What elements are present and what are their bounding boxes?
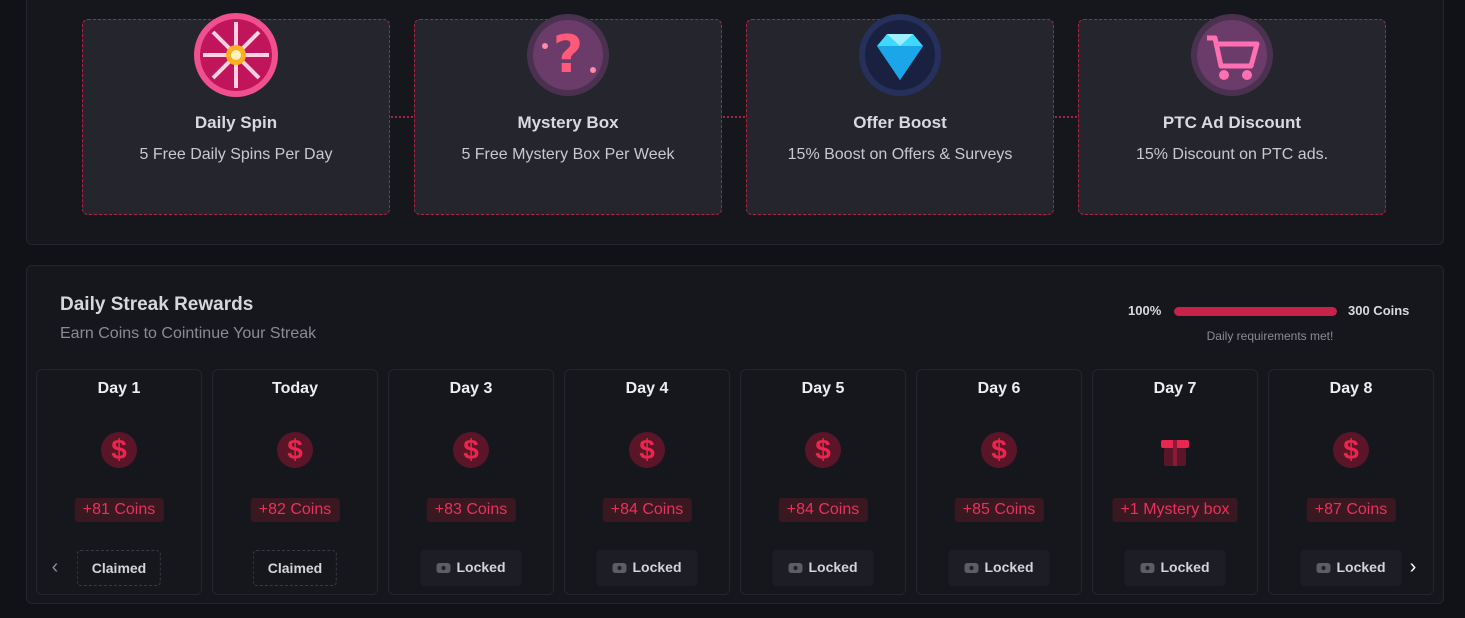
perk-connector [391,116,413,118]
reward-amount: +87 Coins [1306,498,1396,522]
perk-card-offer-boost[interactable]: Offer Boost 15% Boost on Offers & Survey… [746,14,1054,215]
perk-title: Daily Spin [194,113,278,132]
gift-icon [1161,440,1189,466]
lock-icon [1140,563,1155,574]
lock-icon [964,563,979,574]
claimed-button[interactable]: Claimed [76,550,162,586]
day-label: Day 6 [977,380,1021,397]
status-label: Locked [808,559,858,575]
diamond-icon [859,14,941,96]
lock-icon [612,563,627,574]
reward-amount: +81 Coins [74,498,164,522]
status-label: Locked [456,559,506,575]
perk-description: 5 Free Daily Spins Per Day [139,146,333,163]
lock-icon [1316,563,1331,574]
reward-amount: +83 Coins [426,498,516,522]
streak-day-card: Day 3 $ +83 Coins Locked [388,369,554,595]
dollar-coin-icon: $ [277,432,313,468]
day-label: Day 4 [625,380,669,397]
perk-title: PTC Ad Discount [1162,113,1302,132]
locked-button[interactable]: Locked [772,550,874,586]
locked-button[interactable]: Locked [1300,550,1402,586]
perk-description: 15% Discount on PTC ads. [1135,146,1329,163]
progress-percent: 100% [1128,303,1162,318]
dollar-coin-icon: $ [629,432,665,468]
day-label: Day 5 [801,380,845,397]
requirement-status: Daily requirements met! [1206,329,1334,343]
status-label: Locked [984,559,1034,575]
chevron-left-icon[interactable]: ‹ [45,557,65,577]
status-label: Locked [1336,559,1386,575]
status-label: Claimed [267,560,323,576]
streak-day-card: Day 6 $ +85 Coins Locked [916,369,1082,595]
streak-subtitle: Earn Coins to Cointinue Your Streak [60,325,317,342]
locked-button[interactable]: Locked [1124,550,1226,586]
streak-title: Daily Streak Rewards [60,294,254,315]
locked-button[interactable]: Locked [420,550,522,586]
day-label: Day 1 [97,380,141,397]
perk-description: 15% Boost on Offers & Surveys [787,146,1013,163]
chevron-right-icon[interactable]: › [1403,557,1423,577]
day-label: Day 7 [1153,380,1197,397]
dollar-coin-icon: $ [805,432,841,468]
progress-goal: 300 Coins [1348,303,1410,318]
status-label: Locked [632,559,682,575]
lock-icon [788,563,803,574]
perk-description: 5 Free Mystery Box Per Week [461,146,675,163]
perk-connector [723,116,745,118]
day-label: Today [272,380,318,397]
reward-amount: +84 Coins [602,498,692,522]
progress-bar [1174,307,1337,316]
spin-wheel-icon [194,13,278,97]
claimed-button[interactable]: Claimed [252,550,338,586]
locked-button[interactable]: Locked [596,550,698,586]
streak-day-card: Day 4 $ +84 Coins Locked [564,369,730,595]
perk-title: Offer Boost [853,113,947,132]
perk-connector [1055,116,1077,118]
dollar-coin-icon: $ [453,432,489,468]
locked-button[interactable]: Locked [948,550,1050,586]
status-label: Locked [1160,559,1210,575]
day-label: Day 8 [1329,380,1373,397]
perk-title: Mystery Box [517,113,619,132]
dollar-coin-icon: $ [1333,432,1369,468]
dollar-coin-icon: $ [101,432,137,468]
dollar-coin-icon: $ [981,432,1017,468]
status-label: Claimed [91,560,147,576]
streak-day-card: Day 7 +1 Mystery box Locked [1092,369,1258,595]
shopping-cart-icon [1191,14,1273,96]
reward-amount: +84 Coins [778,498,868,522]
progress-bar-fill [1174,307,1337,316]
streak-day-card: Today $ +82 Coins Claimed [212,369,378,595]
perk-card-ptc-ad-discount[interactable]: PTC Ad Discount 15% Discount on PTC ads. [1078,14,1386,215]
reward-amount: +82 Coins [250,498,340,522]
mystery-box-icon: ? [527,14,609,96]
reward-amount: +1 Mystery box [1112,498,1238,522]
reward-amount: +85 Coins [954,498,1044,522]
perk-card-daily-spin[interactable]: Daily Spin 5 Free Daily Spins Per Day [82,13,390,215]
perk-card-mystery-box[interactable]: ? Mystery Box 5 Free Mystery Box Per Wee… [414,14,722,215]
lock-icon [436,563,451,574]
svg-text:?: ? [553,25,583,85]
streak-day-card: Day 5 $ +84 Coins Locked [740,369,906,595]
day-label: Day 3 [449,380,493,397]
